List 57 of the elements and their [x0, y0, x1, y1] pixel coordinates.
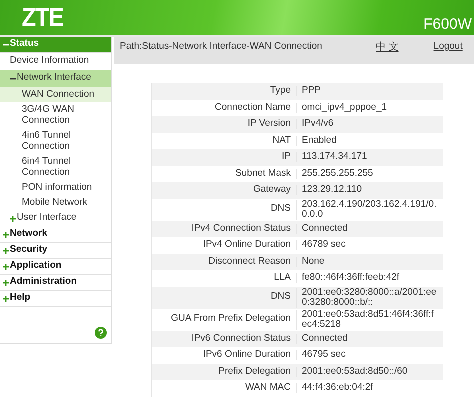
nav-menu-item[interactable]: Administration [0, 275, 111, 291]
language-link[interactable]: 中 文 [376, 40, 399, 55]
nav-menu-item[interactable]: Status [0, 37, 111, 53]
field-label: Disconnect Reason [208, 254, 292, 269]
field-label: Subnet Mask [234, 166, 292, 181]
field-value: 46789 sec [296, 240, 443, 250]
nav-submenu-item[interactable]: 3G/4G WAN Connection [0, 102, 111, 128]
field-value: 2001:ee0:53ad:8d50::/60 [296, 366, 443, 377]
nav-submenu-item[interactable]: WAN Connection [0, 87, 111, 102]
field-label: DNS [270, 290, 292, 304]
nav-submenu-item[interactable]: Mobile Network [0, 195, 111, 210]
field-value: Connected [296, 334, 443, 344]
nav-menu-item[interactable]: Application [0, 259, 111, 275]
logout-link[interactable]: Logout [434, 40, 463, 54]
field-label: IP [281, 150, 292, 164]
nav-submenu-item[interactable]: Network Interface [0, 70, 111, 87]
nav-menu-item[interactable]: Security [0, 243, 111, 259]
field-label: IPv6 Connection Status [190, 332, 292, 346]
breadcrumb-path: Path:Status-Network Interface-WAN Connection [120, 40, 324, 54]
field-value: IPv4/v6 [296, 119, 443, 130]
nav-submenu-item[interactable]: Device Information [0, 53, 111, 70]
field-label: Gateway [252, 183, 292, 198]
field-value: 113.174.34.171 [296, 152, 443, 162]
field-label: GUA From Prefix Delegation [170, 312, 292, 326]
nav-submenu-item[interactable]: 6in4 Tunnel Connection [0, 154, 111, 180]
field-label: Connection Name [214, 100, 292, 115]
nav-menu-item[interactable]: Network [0, 227, 111, 243]
field-label: IPv6 Online Duration [202, 348, 292, 362]
model-name: F600W [424, 17, 473, 32]
field-label: Type [269, 84, 292, 98]
field-value: 255.255.255.255 [296, 168, 443, 179]
field-value: Connected [296, 224, 443, 234]
help-icon[interactable] [95, 327, 107, 339]
field-label: NAT [272, 134, 292, 148]
field-label: IP Version [246, 117, 292, 132]
field-label: DNS [270, 202, 292, 216]
field-value: Enabled [296, 136, 443, 146]
field-value: 123.29.12.110 [296, 185, 443, 196]
logo: ZTE [22, 4, 64, 30]
field-label: Prefix Delegation [218, 364, 292, 379]
field-value: 2001:ee0:53ad:8d51:46f4:36ff:fec4:5218 [296, 310, 443, 330]
field-label: LLA [273, 271, 292, 286]
nav-submenu-item[interactable]: PON information [0, 180, 111, 195]
field-value: PPP [296, 86, 443, 96]
nav-submenu-item[interactable]: 4in6 Tunnel Connection [0, 128, 111, 154]
field-label: WAN MAC [244, 381, 292, 396]
field-value: 2001:ee0:3280:8000::a/2001:ee0:3280:8000::b/:: [296, 288, 443, 308]
field-value: 44:f4:36:eb:04:2f [296, 383, 443, 394]
field-value: fe80::46f4:36ff:feeb:42f [296, 273, 443, 284]
field-value: omci_ipv4_pppoe_1 [296, 102, 443, 113]
field-value: None [296, 256, 443, 267]
nav-menu-item[interactable]: Help [0, 291, 111, 307]
field-label: IPv4 Online Duration [202, 238, 292, 252]
field-value: 46795 sec [296, 350, 443, 360]
field-value: 203.162.4.190/203.162.4.191/0.0.0.0 [296, 200, 443, 220]
nav-submenu-item[interactable]: User Interface [0, 210, 111, 227]
field-label: IPv4 Connection Status [190, 222, 292, 236]
